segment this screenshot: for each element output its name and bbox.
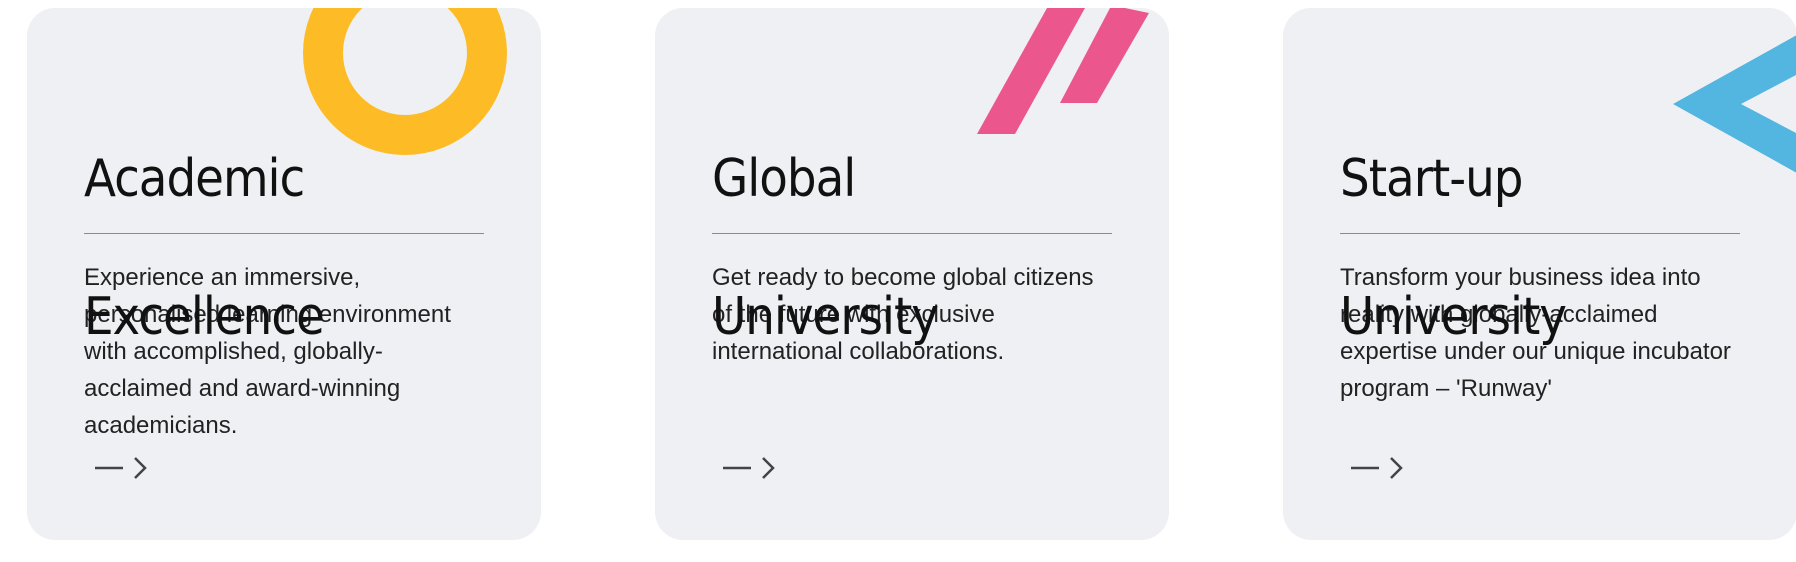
feature-cards-row: Academic Excellence Experience an immers… xyxy=(0,0,1796,562)
arrow-right-icon[interactable] xyxy=(1349,448,1411,488)
card-startup-university[interactable]: Start-up University Transform your busin… xyxy=(1283,8,1796,540)
card-title: Academic Excellence xyxy=(84,76,325,421)
card-title-line: Excellence xyxy=(84,287,325,347)
card-title-line: Start-up xyxy=(1340,149,1524,209)
card-title-line: University xyxy=(712,287,939,347)
card-title-line: Academic xyxy=(84,149,305,209)
arrow-right-icon[interactable] xyxy=(93,448,155,488)
card-title-line: University xyxy=(1340,287,1567,347)
card-title: Start-up University xyxy=(1340,76,1567,421)
card-title: Global University xyxy=(712,76,939,421)
card-title-line: Global xyxy=(712,149,856,209)
card-academic-excellence[interactable]: Academic Excellence Experience an immers… xyxy=(27,8,541,540)
arrow-right-icon[interactable] xyxy=(721,448,783,488)
card-global-university[interactable]: Global University Get ready to become gl… xyxy=(655,8,1169,540)
